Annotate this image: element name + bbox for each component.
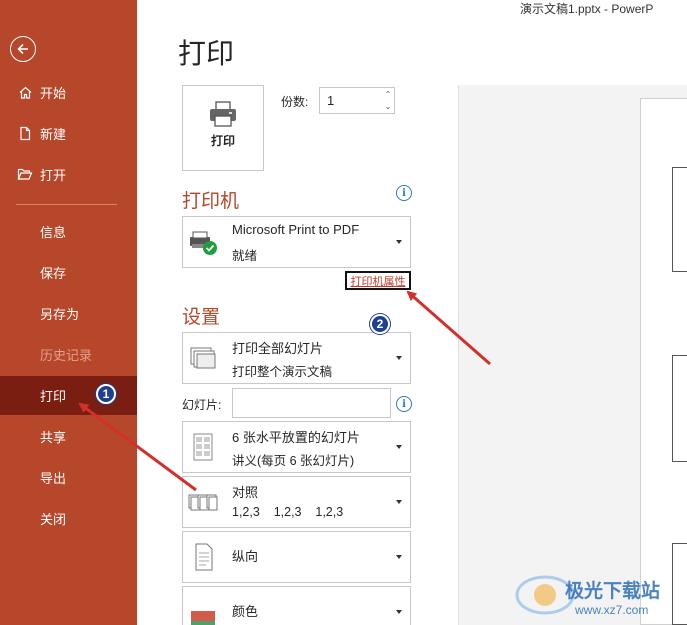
open-folder-icon <box>17 166 33 182</box>
callout-badge-1: 1 <box>96 384 116 404</box>
nav-label: 开始 <box>40 85 67 101</box>
slides-stack-icon <box>190 347 216 369</box>
chevron-down-icon[interactable]: ⌄ <box>385 102 392 111</box>
settings-heading: 设置 <box>182 306 221 328</box>
nav-label: 新建 <box>40 126 67 142</box>
print-range-dropdown[interactable]: 打印全部幻灯片 打印整个演示文稿 <box>182 332 411 384</box>
color-dropdown[interactable]: 颜色 <box>182 586 411 625</box>
collate-title: 对照 <box>232 485 259 500</box>
layout-subtitle: 讲义(每页 6 张幻灯片) <box>232 454 355 468</box>
nav-label: 导出 <box>40 470 67 486</box>
printer-name: Microsoft Print to PDF <box>232 222 360 237</box>
callout-badge-2: 2 <box>370 314 390 334</box>
nav-item-save-as[interactable]: 另存为 <box>0 295 137 331</box>
caret-down-icon <box>396 610 402 614</box>
print-button-label: 打印 <box>210 134 235 148</box>
printer-icon <box>210 101 236 127</box>
nav-item-open[interactable]: 打开 <box>0 156 137 192</box>
caret-down-icon <box>396 445 402 449</box>
color-swatch-icon <box>191 611 215 625</box>
nav-item-save[interactable]: 保存 <box>0 254 137 290</box>
layout-dropdown[interactable]: 6 张水平放置的幻灯片 讲义(每页 6 张幻灯片) <box>182 421 411 473</box>
chevron-up-icon[interactable]: ⌃ <box>385 90 392 99</box>
print-range-title: 打印全部幻灯片 <box>232 341 324 356</box>
caret-down-icon <box>396 500 402 504</box>
slides-label: 幻灯片: <box>182 398 222 412</box>
copies-label: 份数: <box>281 95 309 109</box>
print-button[interactable]: 打印 <box>182 85 264 171</box>
nav-item-close[interactable]: 关闭 <box>0 500 137 536</box>
collate-subtitle: 1,2,3 1,2,3 1,2,3 <box>232 505 344 519</box>
nav-label: 历史记录 <box>40 347 93 363</box>
collate-icon <box>188 494 218 511</box>
portrait-page-icon <box>195 543 213 571</box>
nav-item-share[interactable]: 共享 <box>0 418 137 454</box>
caret-down-icon <box>396 555 402 559</box>
home-icon <box>17 84 33 100</box>
nav-label: 关闭 <box>40 511 67 527</box>
copies-spin[interactable]: ⌃ ⌄ <box>382 88 394 113</box>
nav-label: 打开 <box>40 167 67 183</box>
nav-label: 保存 <box>40 265 67 281</box>
slides-input[interactable] <box>232 388 391 418</box>
caret-down-icon <box>396 240 402 244</box>
orientation-dropdown[interactable]: 纵向 <box>182 531 411 583</box>
nav-item-new[interactable]: 新建 <box>0 115 137 151</box>
copies-value: 1 <box>327 93 335 108</box>
nav-item-export[interactable]: 导出 <box>0 459 137 495</box>
watermark-title: 极光下载站 <box>565 580 661 602</box>
printer-status: 就绪 <box>232 249 258 263</box>
copies-stepper[interactable]: 1 ⌃ ⌄ <box>319 87 395 114</box>
layout-title: 6 张水平放置的幻灯片 <box>232 430 360 445</box>
window-title: 演示文稿1.pptx - PowerP <box>520 2 654 16</box>
backstage-sidebar: 开始 新建 打开 信息 保存 另存为 历史记录 打印 共享 导出 关闭 <box>0 0 137 625</box>
back-button[interactable] <box>10 36 36 62</box>
printer-properties-link[interactable]: 打印机属性 <box>345 271 411 290</box>
printer-heading: 打印机 <box>182 190 240 212</box>
nav-label: 打印 <box>40 389 67 404</box>
nav-label: 共享 <box>40 429 67 445</box>
nav-item-home[interactable]: 开始 <box>0 74 137 110</box>
preview-slide-thumb <box>672 167 687 272</box>
preview-slide-thumb <box>672 355 687 462</box>
sidebar-divider <box>16 204 117 205</box>
new-file-icon <box>17 125 33 141</box>
back-arrow-icon <box>17 43 28 55</box>
nav-item-history: 历史记录 <box>0 336 137 372</box>
page-title: 打印 <box>178 37 235 70</box>
printer-dropdown[interactable]: Microsoft Print to PDF 就绪 <box>182 216 411 268</box>
printer-info-icon[interactable]: i <box>396 185 412 201</box>
nav-label: 信息 <box>40 224 67 240</box>
print-range-subtitle: 打印整个演示文稿 <box>232 365 333 379</box>
nav-label: 另存为 <box>40 306 80 322</box>
handout-grid-icon <box>193 433 213 461</box>
slides-info-icon[interactable]: i <box>396 396 412 412</box>
color-title: 颜色 <box>232 604 259 619</box>
orientation-title: 纵向 <box>232 549 259 564</box>
watermark-url: www.xz7.com <box>575 603 649 617</box>
caret-down-icon <box>396 356 402 360</box>
nav-item-print[interactable]: 打印 <box>0 376 137 415</box>
nav-item-info[interactable]: 信息 <box>0 213 137 249</box>
printer-ready-icon <box>190 231 217 255</box>
collate-dropdown[interactable]: 对照 1,2,3 1,2,3 1,2,3 <box>182 476 411 528</box>
